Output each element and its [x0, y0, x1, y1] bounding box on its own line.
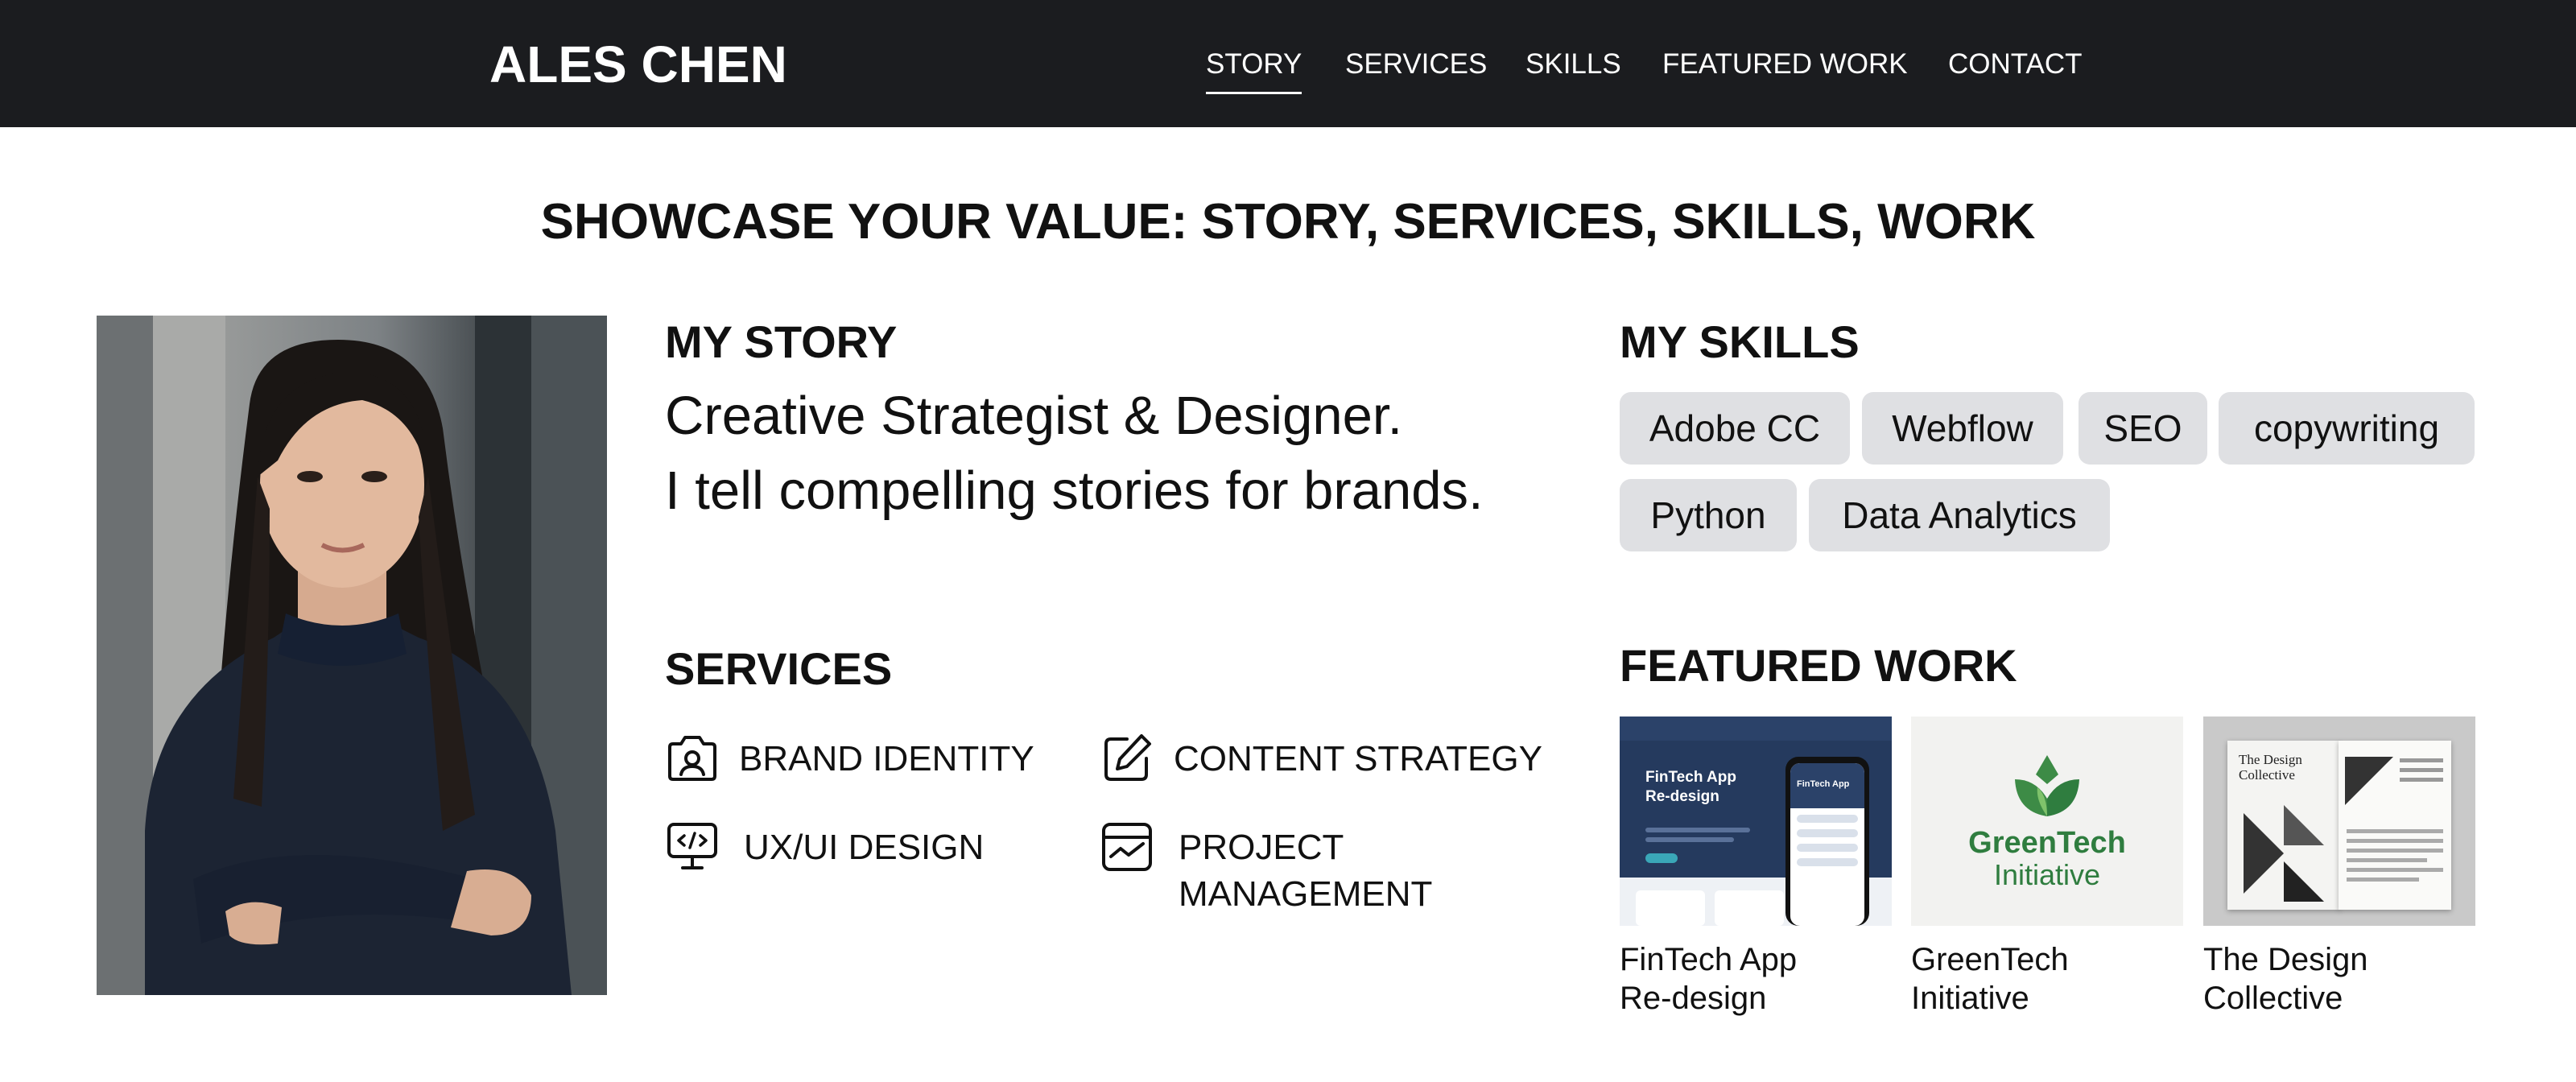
nav-item-skills[interactable]: SKILLS	[1525, 45, 1621, 84]
skill-chip[interactable]: Adobe CC	[1620, 392, 1850, 465]
services-title: SERVICES	[665, 643, 893, 694]
leaf-logo-icon	[2015, 755, 2079, 816]
work-thumbnail: FinTech App Re-design FinTech App	[1620, 717, 1892, 926]
skill-chip[interactable]: SEO	[2079, 392, 2207, 465]
skill-chip[interactable]: copywriting	[2219, 392, 2475, 465]
skill-chip[interactable]: Webflow	[1862, 392, 2063, 465]
service-content-strategy[interactable]: CONTENT STRATEGY	[1100, 731, 1542, 786]
service-label: CONTENT STRATEGY	[1174, 739, 1542, 778]
top-navigation-bar: ALES CHEN STORY SERVICES SKILLS FEATURED…	[0, 0, 2576, 127]
service-label: BRAND IDENTITY	[739, 739, 1034, 778]
portrait-illustration	[97, 316, 607, 995]
brand-identity-icon	[668, 736, 716, 781]
geometric-art-icon	[2244, 805, 2324, 902]
nav-item-services[interactable]: SERVICES	[1345, 45, 1487, 84]
work-thumbnail: The Design Collective	[2203, 717, 2475, 926]
work-label: The Design Collective	[2203, 942, 2368, 1016]
phone-title: FinTech App	[1790, 763, 1864, 808]
service-brand-identity[interactable]: BRAND IDENTITY	[665, 731, 1034, 786]
work-label: GreenTech Initiative	[1911, 942, 2069, 1016]
work-card-design-collective[interactable]: The Design Collective The Design Collect…	[2203, 717, 2475, 1018]
service-label: PROJECT MANAGEMENT	[1179, 828, 1433, 914]
service-ux-ui-design[interactable]: UX/UI DESIGN	[665, 820, 984, 874]
nav-item-contact[interactable]: CONTACT	[1948, 45, 2083, 84]
service-project-management[interactable]: PROJECT MANAGEMENT	[1100, 820, 1432, 918]
profile-portrait	[97, 316, 607, 995]
work-thumbnail: GreenTech Initiative	[1911, 717, 2183, 926]
monitor-code-icon	[667, 823, 717, 869]
work-label: FinTech App Re-design	[1620, 942, 1798, 1016]
pencil-square-icon	[1104, 734, 1151, 781]
story-line-2: I tell compelling stories for brands.	[665, 460, 1484, 521]
skill-chip[interactable]: Data Analytics	[1809, 479, 2110, 551]
geometric-art-small-icon	[2345, 757, 2393, 805]
service-label: UX/UI DESIGN	[744, 828, 985, 867]
story-line-1: Creative Strategist & Designer.	[665, 386, 1403, 446]
work-card-fintech[interactable]: FinTech App Re-design FinTech App FinTec…	[1620, 717, 1892, 1018]
chart-card-icon	[1102, 823, 1152, 871]
skills-title: MY SKILLS	[1620, 316, 1860, 367]
nav-item-story[interactable]: STORY	[1206, 45, 1302, 94]
thumb-title: The Design Collective	[2239, 752, 2302, 783]
skill-chip[interactable]: Python	[1620, 479, 1797, 551]
featured-work-title: FEATURED WORK	[1620, 640, 2017, 691]
greentech-logo-line1: GreenTech	[1968, 826, 2126, 860]
nav-item-featured-work[interactable]: FEATURED WORK	[1662, 45, 1908, 84]
page-headline: SHOWCASE YOUR VALUE: STORY, SERVICES, SK…	[540, 194, 2036, 250]
work-card-greentech[interactable]: GreenTech Initiative GreenTech Initiativ…	[1911, 717, 2183, 1018]
thumb-title: FinTech App Re-design	[1645, 769, 1736, 805]
greentech-logo-line2: Initiative	[1993, 858, 2101, 891]
story-title: MY STORY	[665, 316, 898, 367]
main-nav: STORY SERVICES SKILLS FEATURED WORK CONT…	[0, 45, 2576, 94]
